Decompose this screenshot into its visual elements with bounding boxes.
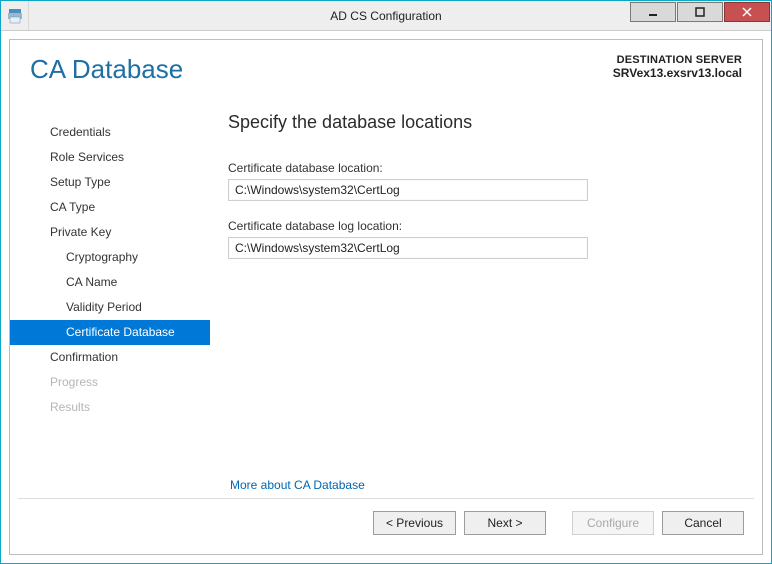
wizard-step[interactable]: Validity Period — [10, 295, 210, 320]
section-title: Specify the database locations — [228, 112, 740, 133]
title-bar: AD CS Configuration — [1, 1, 771, 31]
db-log-location-label: Certificate database log location: — [228, 219, 740, 233]
body-row: CredentialsRole ServicesSetup TypeCA Typ… — [10, 112, 762, 500]
wizard-step[interactable]: Cryptography — [10, 245, 210, 270]
db-location-input[interactable] — [228, 179, 588, 201]
db-location-label: Certificate database location: — [228, 161, 740, 175]
minimize-button[interactable] — [630, 2, 676, 22]
wizard-step[interactable]: CA Name — [10, 270, 210, 295]
wizard-step[interactable]: Certificate Database — [10, 320, 210, 345]
footer-buttons: < Previous Next > Configure Cancel — [18, 498, 754, 546]
close-button[interactable] — [724, 2, 770, 22]
wizard-step: Results — [10, 395, 210, 420]
maximize-button[interactable] — [677, 2, 723, 22]
wizard-step[interactable]: Confirmation — [10, 345, 210, 370]
wizard-step[interactable]: Role Services — [10, 145, 210, 170]
main-panel: Specify the database locations Certifica… — [210, 112, 762, 500]
cancel-button[interactable]: Cancel — [662, 511, 744, 535]
previous-button[interactable]: < Previous — [373, 511, 456, 535]
wizard-step[interactable]: CA Type — [10, 195, 210, 220]
wizard-step[interactable]: Setup Type — [10, 170, 210, 195]
page-title: CA Database — [30, 54, 183, 85]
more-about-link[interactable]: More about CA Database — [230, 478, 365, 492]
wizard-inner: CA Database DESTINATION SERVER SRVex13.e… — [9, 39, 763, 555]
wizard-steps-sidebar: CredentialsRole ServicesSetup TypeCA Typ… — [10, 112, 210, 500]
destination-server-box: DESTINATION SERVER SRVex13.exsrv13.local — [613, 54, 742, 85]
db-location-group: Certificate database location: — [228, 161, 740, 201]
next-button[interactable]: Next > — [464, 511, 546, 535]
wizard-step[interactable]: Private Key — [10, 220, 210, 245]
db-log-location-group: Certificate database log location: — [228, 219, 740, 259]
wizard-frame: CA Database DESTINATION SERVER SRVex13.e… — [1, 31, 771, 563]
wizard-step: Progress — [10, 370, 210, 395]
window-controls — [630, 1, 771, 30]
wizard-step[interactable]: Credentials — [10, 120, 210, 145]
header-row: CA Database DESTINATION SERVER SRVex13.e… — [10, 40, 762, 85]
db-log-location-input[interactable] — [228, 237, 588, 259]
destination-server-value: SRVex13.exsrv13.local — [613, 66, 742, 80]
configure-button[interactable]: Configure — [572, 511, 654, 535]
app-icon — [1, 1, 29, 30]
destination-server-label: DESTINATION SERVER — [613, 54, 742, 66]
